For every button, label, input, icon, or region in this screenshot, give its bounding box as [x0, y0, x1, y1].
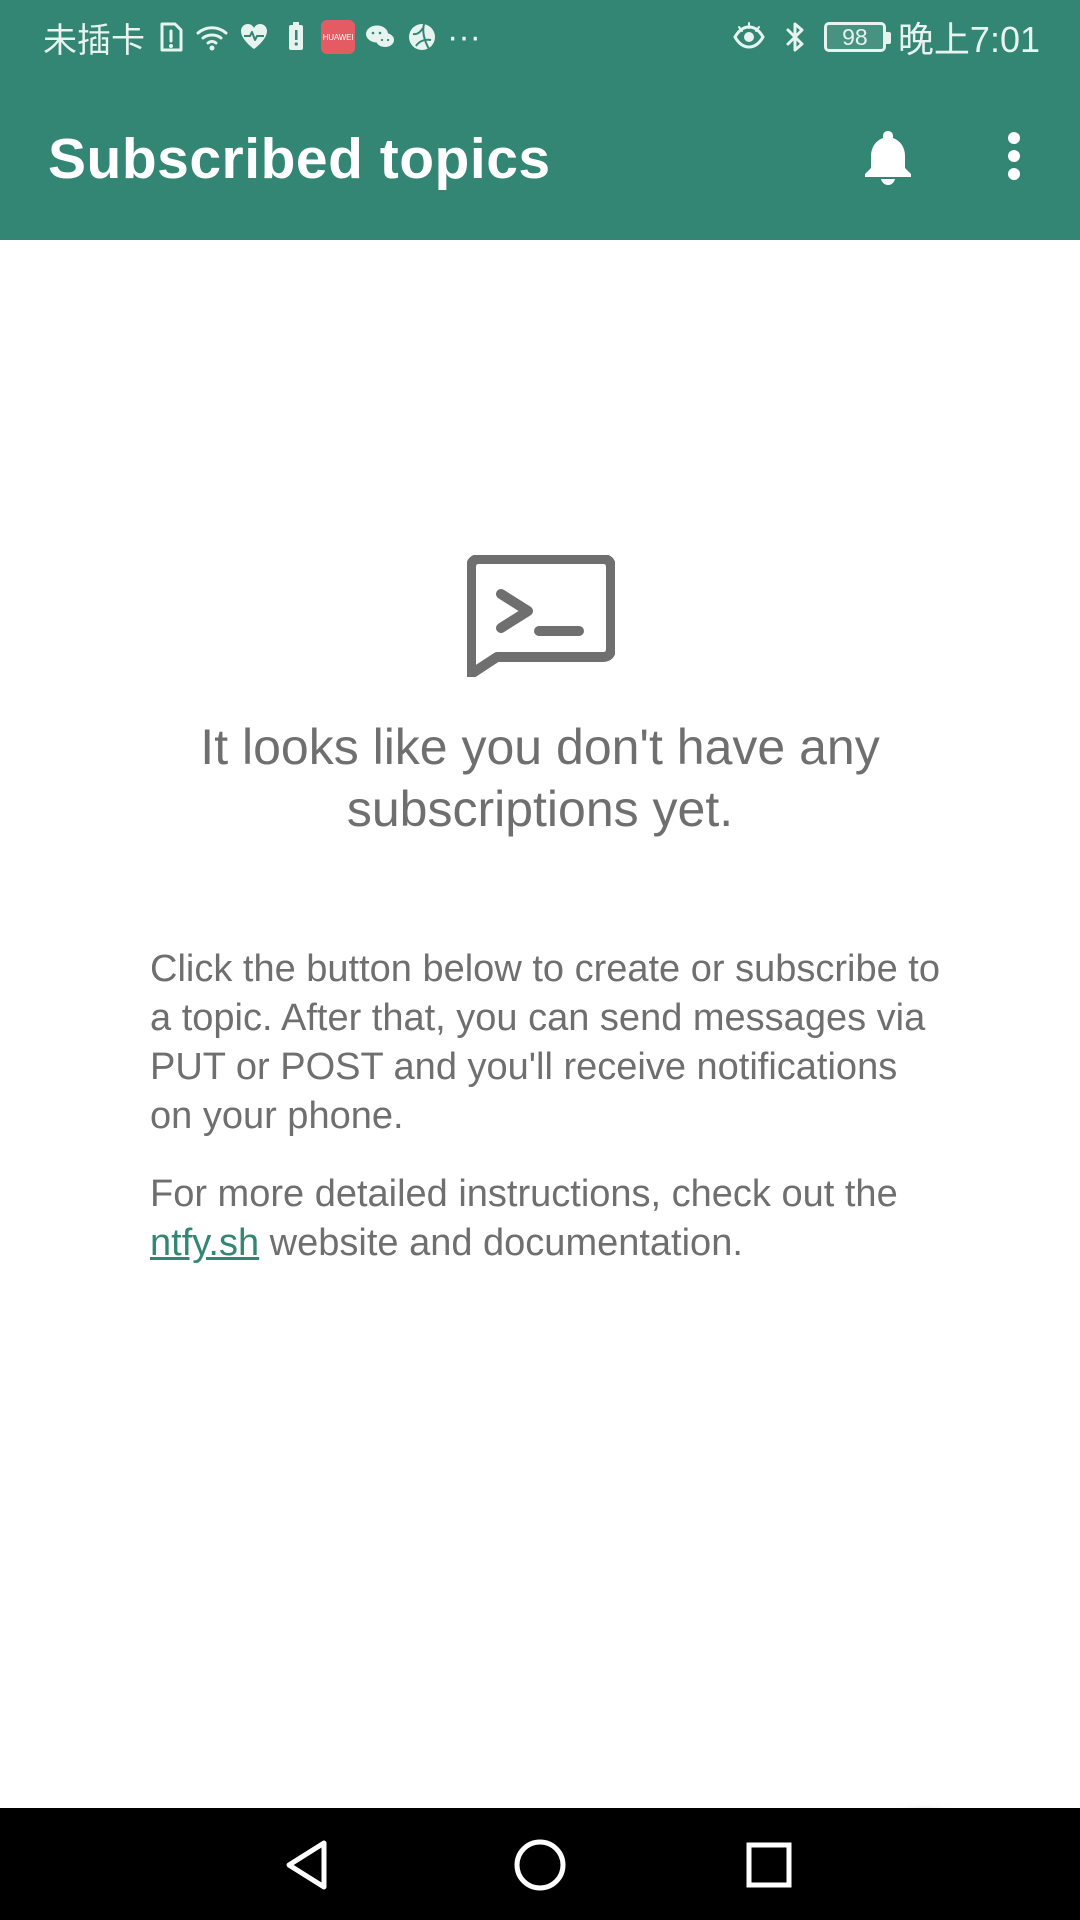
- network-globe-icon: [405, 20, 439, 54]
- status-right-group: 98 晚上7:01: [732, 0, 1040, 74]
- status-time: 晚上7:01: [897, 19, 1040, 60]
- main-content: It looks like you don't have any subscri…: [0, 240, 1080, 1920]
- terminal-message-icon: [467, 555, 615, 677]
- wifi-icon: [195, 20, 229, 54]
- system-back-button[interactable]: [272, 1830, 342, 1900]
- top-app-bar: 未插卡 HUAWEI ··· 98 晚上7:01 Subscribed topi…: [0, 0, 1080, 240]
- more-vertical-icon: [1008, 132, 1020, 180]
- battery-percentage: 98: [842, 23, 868, 50]
- page-title: Subscribed topics: [48, 127, 551, 191]
- app-toolbar: Subscribed topics: [0, 88, 1080, 228]
- notifications-button[interactable]: [844, 112, 932, 200]
- system-recents-button[interactable]: [734, 1830, 804, 1900]
- huawei-store-icon: HUAWEI: [321, 20, 355, 54]
- bluetooth-icon: [778, 20, 812, 54]
- ntfy-app-screen: 未插卡 HUAWEI ··· 98 晚上7:01 Subscribed topi…: [0, 0, 1080, 1920]
- back-triangle-icon: [286, 1840, 327, 1890]
- health-heart-icon: [237, 20, 271, 54]
- documentation-instructions: For more detailed instructions, check ou…: [150, 1170, 940, 1268]
- empty-state-description: Click the button below to create or subs…: [150, 948, 940, 1137]
- sim-card-icon: [153, 20, 187, 54]
- system-status-bar: 未插卡 HUAWEI ··· 98 晚上7:01: [0, 0, 1080, 74]
- sim-status-text: 未插卡: [43, 21, 145, 60]
- ntfy-website-link[interactable]: ntfy.sh: [150, 1222, 259, 1264]
- system-home-button[interactable]: [505, 1830, 575, 1900]
- overflow-menu-button[interactable]: [970, 112, 1058, 200]
- recents-square-icon: [746, 1842, 792, 1888]
- battery-level-icon: 98: [823, 22, 891, 52]
- wechat-icon: [363, 20, 397, 54]
- battery-alert-icon: [279, 20, 313, 54]
- bell-icon: [865, 131, 911, 185]
- instructions-suffix: website and documentation.: [259, 1222, 743, 1264]
- more-status-indicator: ···: [447, 17, 481, 56]
- instructions-prefix: For more detailed instructions, check ou…: [150, 1173, 898, 1215]
- home-circle-icon: [514, 1839, 566, 1891]
- empty-state-title: It looks like you don't have any subscri…: [200, 719, 880, 837]
- system-navigation-bar: [0, 1808, 1080, 1920]
- status-left-group: 未插卡 HUAWEI ···: [43, 0, 481, 74]
- eye-comfort-icon: [732, 20, 766, 54]
